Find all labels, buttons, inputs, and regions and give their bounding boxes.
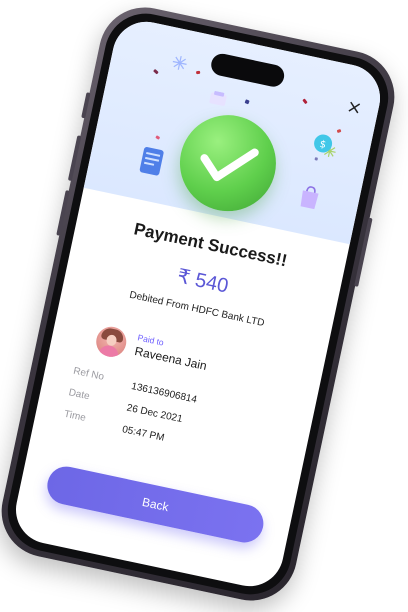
confetti (314, 157, 319, 161)
coin-icon: $ (314, 134, 333, 153)
stage: × $ Payment Success!! ₹ 540 Debited From… (0, 0, 408, 612)
success-badge (171, 106, 285, 221)
phone-device: × $ Payment Success!! ₹ 540 Debited From… (0, 0, 403, 610)
sparkle-icon (172, 55, 187, 70)
shopping-bag-icon (300, 186, 319, 210)
confetti (244, 99, 250, 105)
wallet-icon (209, 90, 227, 106)
confetti (302, 98, 308, 105)
confetti (195, 70, 201, 75)
avatar (93, 323, 130, 360)
payee-name: Raveena Jain (133, 344, 209, 374)
close-icon[interactable]: × (342, 96, 366, 120)
confetti (155, 135, 161, 140)
check-icon (171, 106, 285, 221)
back-button[interactable]: Back (43, 463, 267, 546)
confetti (153, 68, 159, 75)
confetti (336, 129, 342, 134)
document-icon (139, 147, 164, 176)
app-screen: × $ Payment Success!! ₹ 540 Debited From… (9, 15, 387, 593)
dynamic-island (209, 51, 287, 89)
detail-label: Ref No (72, 365, 105, 383)
